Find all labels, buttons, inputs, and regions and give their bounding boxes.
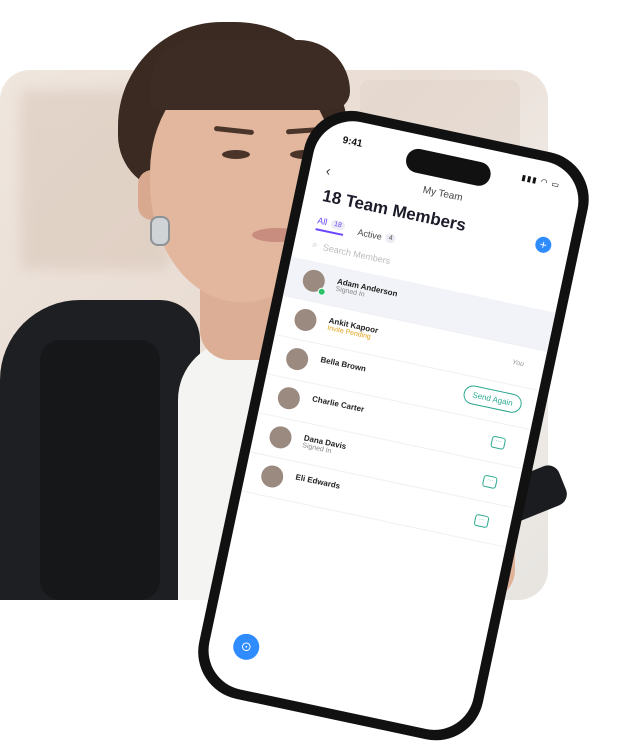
- avatar: [292, 306, 319, 334]
- tab-label: All: [316, 215, 329, 228]
- chat-icon[interactable]: ···: [490, 435, 507, 451]
- tab-label: Active: [356, 226, 383, 242]
- avatar: [275, 385, 302, 412]
- avatar: [267, 424, 294, 451]
- avatar: [259, 463, 286, 490]
- tab-all[interactable]: All 18: [315, 215, 346, 236]
- tab-count: 4: [384, 232, 397, 244]
- search-placeholder: Search Members: [322, 241, 392, 266]
- tab-count: 18: [330, 218, 346, 231]
- online-indicator: [316, 287, 327, 297]
- status-icons: ▮▮▮ ◠ ▭: [520, 172, 561, 190]
- hair-fringe: [150, 40, 350, 110]
- search-icon: ⌕: [311, 238, 319, 250]
- chat-icon[interactable]: ···: [481, 474, 498, 490]
- bag-strap: [40, 340, 160, 600]
- fab-button[interactable]: ⊙: [230, 631, 262, 663]
- avatar: [284, 346, 311, 373]
- status-time: 9:41: [341, 134, 364, 150]
- dynamic-island: [403, 146, 493, 189]
- chat-icon[interactable]: ···: [473, 513, 490, 529]
- tab-active[interactable]: Active 4: [356, 224, 397, 247]
- member-list: Adam Anderson Signed In Ankit Kapoor Inv…: [241, 256, 556, 548]
- add-member-button[interactable]: +: [533, 235, 553, 255]
- eye: [222, 150, 250, 159]
- earring: [150, 216, 170, 246]
